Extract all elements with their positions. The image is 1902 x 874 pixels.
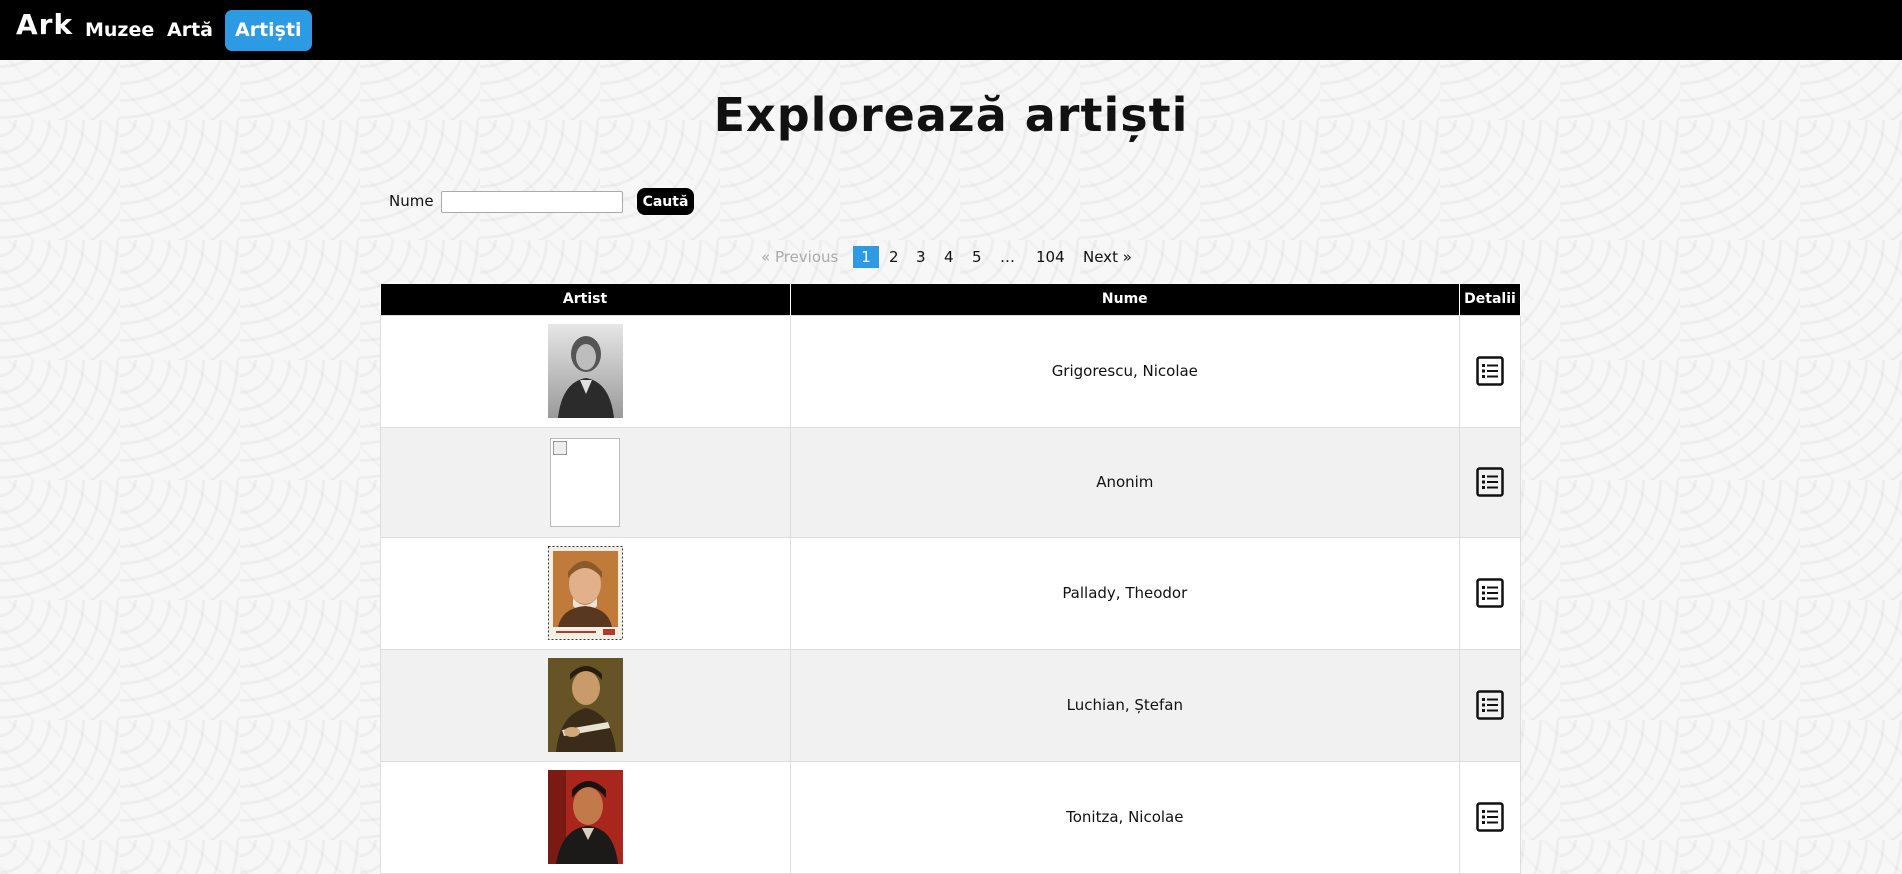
column-header-nume: Nume — [790, 284, 1460, 315]
artist-name-cell: Luchian, Ștefan — [789, 648, 1460, 762]
table-row: Tonitza, Nicolae — [380, 760, 1522, 874]
table-row: Luchian, Ștefan — [380, 648, 1522, 762]
artist-name-cell: Pallady, Theodor — [789, 536, 1460, 650]
pagination-page-1[interactable]: 1 — [853, 246, 879, 268]
details-list-icon[interactable] — [1476, 690, 1504, 720]
details-cell — [1458, 760, 1522, 874]
nav-link-arta[interactable]: Artă — [157, 10, 223, 51]
details-list-icon[interactable] — [1476, 356, 1504, 386]
table-row: Anonim — [380, 426, 1522, 538]
details-list-icon[interactable] — [1476, 802, 1504, 832]
table-row: Pallady, Theodor — [380, 536, 1522, 650]
artists-table: Artist Nume Detalii Grigorescu, Nicolae … — [380, 284, 1522, 874]
column-header-artist: Artist — [380, 284, 791, 315]
nav-link-artisti[interactable]: Artiști — [225, 10, 312, 51]
details-cell — [1458, 314, 1522, 428]
artist-image-cell — [380, 760, 791, 874]
pagination-page-5[interactable]: 5 — [972, 246, 982, 268]
top-navbar: Ark Muzee Artă Artiști — [0, 0, 1902, 60]
artist-painting-image[interactable] — [547, 770, 623, 864]
table-row: Grigorescu, Nicolae — [380, 314, 1522, 428]
details-cell — [1458, 536, 1522, 650]
page-title: Explorează artiști — [713, 88, 1189, 142]
pagination-page-last[interactable]: 104 — [1036, 246, 1065, 268]
artist-name-cell: Tonitza, Nicolae — [789, 760, 1460, 874]
pagination-ellipsis: … — [1000, 248, 1015, 266]
pagination-next[interactable]: Next » — [1083, 246, 1132, 268]
artist-image-cell — [380, 648, 791, 762]
search-input[interactable] — [441, 191, 623, 213]
column-header-detalii: Detalii — [1459, 284, 1522, 315]
pagination-page-3[interactable]: 3 — [916, 246, 926, 268]
details-list-icon[interactable] — [1476, 578, 1504, 608]
broken-image-icon[interactable] — [550, 437, 621, 527]
details-list-icon[interactable] — [1476, 467, 1504, 497]
pagination-page-2[interactable]: 2 — [889, 246, 899, 268]
search-button[interactable]: Caută — [637, 188, 694, 215]
pagination-page-4[interactable]: 4 — [944, 246, 954, 268]
artist-image-cell — [380, 314, 791, 428]
artist-painting-image[interactable] — [547, 658, 623, 752]
details-cell — [1458, 426, 1522, 538]
search-label: Nume — [389, 192, 434, 210]
artist-name-cell: Grigorescu, Nicolae — [789, 314, 1460, 428]
nav-link-muzee[interactable]: Muzee — [75, 10, 164, 51]
table-header-row: Artist Nume Detalii — [380, 284, 1522, 315]
artist-portrait-image[interactable] — [547, 324, 623, 418]
artist-image-cell — [380, 536, 791, 650]
artist-name-cell: Anonim — [789, 426, 1460, 538]
brand-logo[interactable]: Ark — [16, 8, 73, 41]
details-cell — [1458, 648, 1522, 762]
artist-image-cell — [380, 426, 791, 538]
pagination-previous[interactable]: « Previous — [761, 246, 838, 268]
artist-stamp-image[interactable] — [547, 546, 623, 640]
